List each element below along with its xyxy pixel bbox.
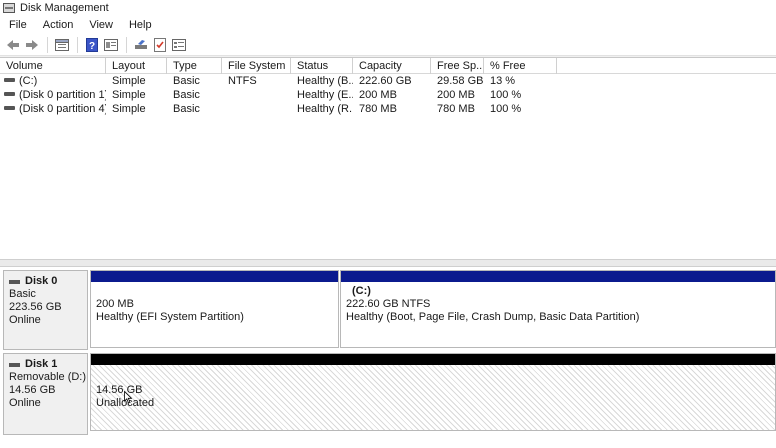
checklist-icon[interactable] [151,36,169,54]
toolbar-separator [77,36,78,53]
disk-title: Disk 1 [9,358,87,371]
file-system-cell: NTFS [228,75,257,87]
mouse-cursor-icon [124,391,132,404]
partition-size: 14.56 GB [96,384,143,396]
title-bar: Disk Management [0,0,776,16]
disk-graphical-view: Disk 0 Basic 223.56 GB Online 200 MB Hea… [0,267,776,448]
percent-free-cell: 100 % [490,89,522,101]
menu-help[interactable]: Help [121,16,160,34]
view-icon[interactable] [170,36,188,54]
partition-bar [91,354,775,365]
layout-cell: Simple [112,89,146,101]
column-header-status[interactable]: Status [291,58,353,74]
disk-management-icon [3,3,15,13]
column-header-volume[interactable]: Volume [0,58,106,74]
volume-cell: (Disk 0 partition 4) [0,102,106,116]
table-row[interactable]: (Disk 0 partition 1) Simple Basic Health… [0,88,776,102]
pane-splitter[interactable] [0,259,776,267]
disk-type: Removable (D:) [9,371,87,383]
percent-free-cell: 13 % [490,75,516,87]
partition-c[interactable]: (C:) 222.60 GB NTFS Healthy (Boot, Page … [340,270,776,348]
disk-row: Disk 1 Removable (D:) 14.56 GB Online 14… [0,353,776,435]
partition-info: 200 MB Healthy (EFI System Partition) [91,282,338,324]
volume-table-header: Volume Layout Type File System Status Ca… [0,58,776,74]
volume-cell: (C:) [0,74,106,88]
capacity-cell: 222.60 GB [359,75,412,87]
column-header-file-system[interactable]: File System [222,58,291,74]
type-cell: Basic [173,89,200,101]
disk-icon [9,279,20,284]
status-cell: Healthy (R... [297,103,353,115]
layout-cell: Simple [112,103,146,115]
capacity-cell: 780 MB [359,103,397,115]
disk-size: 14.56 GB [9,384,56,396]
table-row[interactable]: (C:) Simple Basic NTFS Healthy (B... 222… [0,74,776,88]
disk-label[interactable]: Disk 1 Removable (D:) 14.56 GB Online [3,353,88,435]
partition-efi[interactable]: 200 MB Healthy (EFI System Partition) [90,270,339,348]
partition-label: (C:) [352,285,371,297]
partition-unallocated[interactable]: 14.56 GB Unallocated [90,353,776,431]
column-header-type[interactable]: Type [167,58,222,74]
disk-name: Disk 0 [25,275,58,287]
partition-bar [91,271,338,282]
menu-action[interactable]: Action [35,16,82,34]
disk-list-icon[interactable] [53,36,71,54]
volume-icon [4,106,15,111]
type-cell: Basic [173,75,200,87]
free-space-cell: 780 MB [437,103,475,115]
svg-text:?: ? [89,41,95,52]
disk-title: Disk 0 [9,275,87,288]
volume-cell: (Disk 0 partition 1) [0,88,106,102]
partition-status: Healthy (EFI System Partition) [96,311,244,323]
help-icon[interactable]: ? [83,36,101,54]
toolbar-separator [47,36,48,53]
volume-name: (Disk 0 partition 1) [19,89,106,101]
volume-icon [4,92,15,97]
percent-free-cell: 100 % [490,103,522,115]
connect-icon[interactable] [132,36,150,54]
file-system-cell [222,102,291,116]
free-space-cell: 29.58 GB [437,75,484,87]
disk-type: Basic [9,288,36,300]
toolbar: ? [0,34,776,56]
partition-size: 200 MB [96,298,134,310]
disk-status: Online [9,397,41,409]
partition-status: Unallocated [96,397,155,409]
layout-cell: Simple [112,75,146,87]
free-space-cell: 200 MB [437,89,475,101]
table-row[interactable]: (Disk 0 partition 4) Simple Basic Health… [0,102,776,116]
capacity-cell: 200 MB [359,89,397,101]
menu-view[interactable]: View [81,16,121,34]
window-title: Disk Management [20,2,109,14]
disk-size: 223.56 GB [9,301,62,313]
forward-arrow-icon[interactable] [23,36,41,54]
toolbar-separator [126,36,127,53]
status-cell: Healthy (B... [297,75,353,87]
partition-info: 14.56 GB Unallocated [91,365,775,410]
disk-label[interactable]: Disk 0 Basic 223.56 GB Online [3,270,88,350]
disk-name: Disk 1 [25,358,58,370]
properties-icon[interactable] [102,36,120,54]
volume-name: (C:) [19,75,38,87]
status-cell: Healthy (E... [297,89,353,101]
back-arrow-icon[interactable] [4,36,22,54]
menu-file[interactable]: File [0,16,35,34]
type-cell: Basic [173,103,200,115]
volume-name: (Disk 0 partition 4) [19,103,106,115]
volume-list: Volume Layout Type File System Status Ca… [0,57,776,259]
column-header-capacity[interactable]: Capacity [353,58,431,74]
file-system-cell [222,88,291,102]
column-header-percent-free[interactable]: % Free [484,58,557,74]
partition-bar [341,271,775,282]
column-header-free-space[interactable]: Free Sp... [431,58,484,74]
disk-status: Online [9,314,41,326]
partition-status: Healthy (Boot, Page File, Crash Dump, Ba… [346,311,640,323]
disk-icon [9,362,20,367]
menu-bar: File Action View Help [0,16,776,34]
volume-icon [4,78,15,83]
column-header-layout[interactable]: Layout [106,58,167,74]
disk-row: Disk 0 Basic 223.56 GB Online 200 MB Hea… [0,270,776,350]
partition-info: (C:) 222.60 GB NTFS Healthy (Boot, Page … [341,282,775,324]
partition-size: 222.60 GB NTFS [346,298,431,310]
